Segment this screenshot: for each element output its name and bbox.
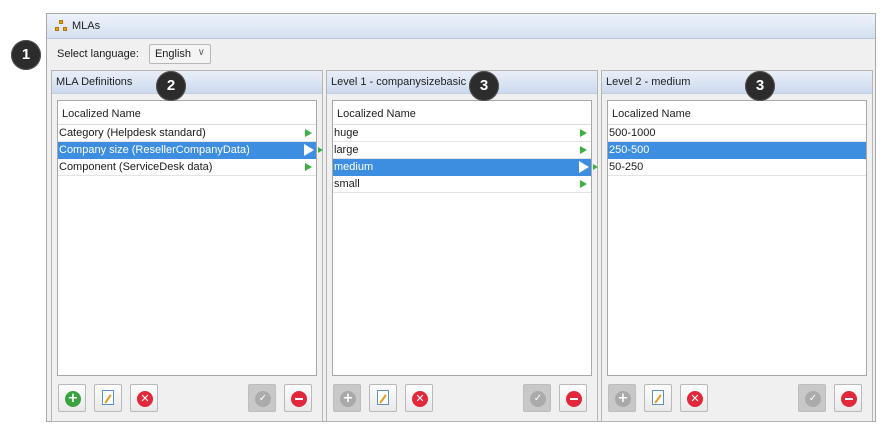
list-item[interactable]: 500-1000 [608, 125, 866, 142]
arrow-right-icon[interactable] [305, 163, 312, 171]
remove-button[interactable] [284, 384, 312, 412]
add-button[interactable]: + [58, 384, 86, 412]
list-item-label: Company size (ResellerCompanyData) [59, 144, 250, 156]
apply-button[interactable]: ✓ [523, 384, 551, 412]
add-button[interactable]: + [333, 384, 361, 412]
remove-button[interactable] [559, 384, 587, 412]
panel-toolbar: + ✕ ✓ [52, 382, 322, 414]
delete-x-icon: ✕ [687, 391, 703, 407]
callout-1: 1 [11, 40, 41, 70]
add-circle-icon: + [65, 391, 81, 407]
list-item-label: 50-250 [609, 161, 644, 173]
panel-toolbar: + ✕ ✓ [602, 382, 872, 414]
language-select[interactable]: English ∨ [148, 44, 211, 64]
arrow-right-icon[interactable] [580, 146, 587, 154]
list-item[interactable]: Category (Helpdesk standard) [58, 125, 316, 142]
list-item-label: medium [334, 161, 374, 173]
add-button[interactable]: + [608, 384, 636, 412]
panel-level-2: Level 2 - medium Localized Name 500-1000… [601, 70, 873, 422]
language-row: Select language: English ∨ [47, 38, 875, 70]
panel-mla-definitions: MLA Definitions Localized Name Category … [51, 70, 323, 422]
arrow-right-icon[interactable] [305, 129, 312, 137]
column-header-localized-name[interactable]: Localized Name [333, 101, 591, 125]
list-item-selected[interactable]: Company size (ResellerCompanyData) [58, 142, 323, 159]
chevron-down-icon: ∨ [197, 47, 205, 58]
checkmark-icon: ✓ [805, 391, 821, 407]
list-item-label: small [334, 178, 360, 190]
list-item[interactable]: small [333, 176, 591, 193]
callout-2: 2 [156, 71, 186, 101]
apply-button[interactable]: ✓ [248, 384, 276, 412]
remove-minus-icon [841, 391, 857, 407]
edit-button[interactable] [644, 384, 672, 412]
list-item-label: large [334, 144, 359, 156]
edit-document-icon [102, 390, 114, 405]
delete-button[interactable]: ✕ [680, 384, 708, 412]
arrow-right-icon[interactable] [580, 129, 587, 137]
window-titlebar: MLAs [47, 14, 875, 39]
remove-button[interactable] [834, 384, 862, 412]
checkmark-icon: ✓ [255, 391, 271, 407]
panel-level-1: Level 1 - companysizebasic Localized Nam… [326, 70, 598, 422]
column-header-localized-name[interactable]: Localized Name [58, 101, 316, 125]
hierarchy-icon [55, 20, 67, 32]
arrow-right-icon[interactable] [580, 180, 587, 188]
remove-minus-icon [291, 391, 307, 407]
list-item[interactable]: 50-250 [608, 159, 866, 176]
level-1-list[interactable]: Localized Name huge large medium small [332, 100, 598, 376]
edit-button[interactable] [94, 384, 122, 412]
list-item-label: 250-500 [609, 144, 650, 156]
list-item-selected[interactable]: medium [333, 159, 598, 176]
panel-toolbar: + ✕ ✓ [327, 382, 597, 414]
list-item-label: Component (ServiceDesk data) [59, 161, 213, 173]
panel-title: MLA Definitions [52, 71, 322, 94]
language-label: Select language: [57, 48, 139, 60]
add-circle-icon: + [340, 391, 356, 407]
language-value: English [154, 48, 192, 60]
apply-button[interactable]: ✓ [798, 384, 826, 412]
arrow-right-icon[interactable] [579, 161, 598, 173]
delete-button[interactable]: ✕ [405, 384, 433, 412]
add-circle-icon: + [615, 391, 631, 407]
list-item-selected[interactable]: 250-500 [608, 142, 866, 159]
list-item[interactable]: large [333, 142, 591, 159]
panel-title: Level 1 - companysizebasic [327, 71, 597, 94]
window-title: MLAs [72, 20, 101, 32]
delete-button[interactable]: ✕ [130, 384, 158, 412]
level-2-list[interactable]: Localized Name 500-1000 250-500 50-250 [607, 100, 867, 376]
checkmark-icon: ✓ [530, 391, 546, 407]
remove-minus-icon [566, 391, 582, 407]
callout-3b: 3 [745, 71, 775, 101]
delete-x-icon: ✕ [137, 391, 153, 407]
edit-document-icon [652, 390, 664, 405]
mla-definitions-list[interactable]: Localized Name Category (Helpdesk standa… [57, 100, 323, 376]
delete-x-icon: ✕ [412, 391, 428, 407]
list-item-label: Category (Helpdesk standard) [59, 127, 206, 139]
list-item-label: 500-1000 [609, 127, 656, 139]
list-item-label: huge [334, 127, 359, 139]
list-item[interactable]: Component (ServiceDesk data) [58, 159, 316, 176]
edit-button[interactable] [369, 384, 397, 412]
callout-3: 3 [469, 71, 499, 101]
panel-title: Level 2 - medium [602, 71, 872, 94]
column-header-localized-name[interactable]: Localized Name [608, 101, 866, 125]
arrow-right-icon[interactable] [304, 144, 323, 156]
list-item[interactable]: huge [333, 125, 591, 142]
edit-document-icon [377, 390, 389, 405]
